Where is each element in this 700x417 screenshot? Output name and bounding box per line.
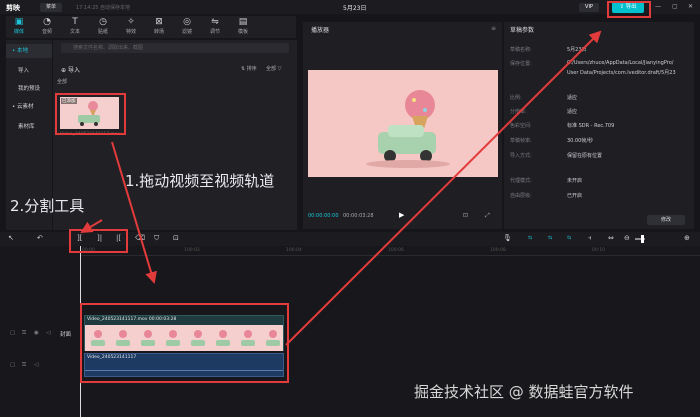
drag-hint-annotation: 1.拖动视频至视频轨道: [125, 172, 275, 190]
watermark: 掘金技术社区 @ 数据蛙官方软件: [414, 383, 634, 401]
split-hint-annotation: 2.分割工具: [10, 197, 85, 215]
annotation-arrows: [80, 30, 602, 346]
arrow-to-export: [285, 30, 602, 346]
arrow-to-split-tool: [80, 219, 103, 234]
arrow-to-timeline: [111, 141, 157, 284]
